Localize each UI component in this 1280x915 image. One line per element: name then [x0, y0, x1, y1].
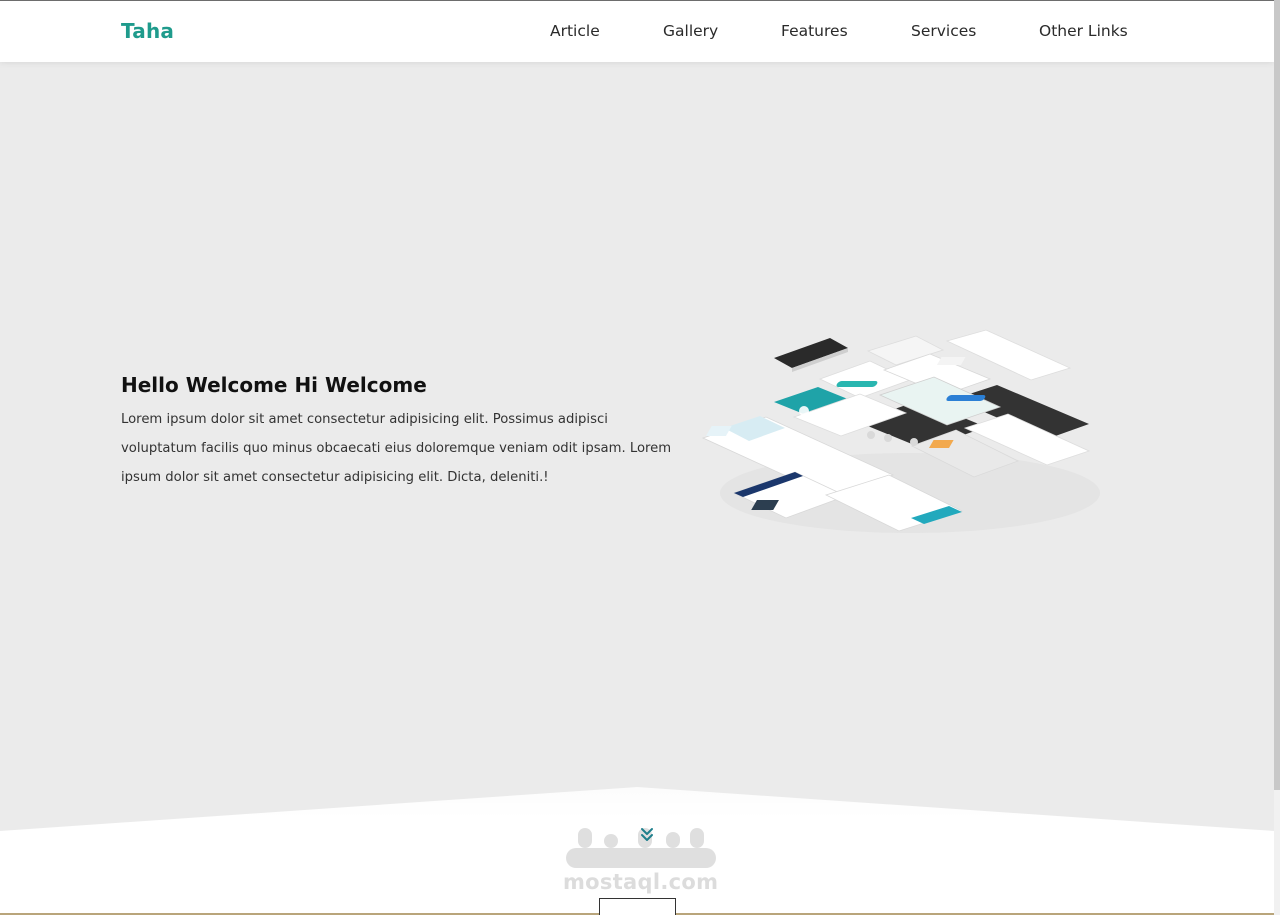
- nav-link-features[interactable]: Features: [781, 22, 848, 40]
- bottom-box: [599, 898, 676, 915]
- scroll-down-icon[interactable]: [640, 826, 654, 844]
- hero-title: Hello Welcome Hi Welcome: [121, 373, 427, 397]
- nav-link-gallery[interactable]: Gallery: [663, 22, 718, 40]
- main-nav: Article Gallery Features Services Other …: [0, 22, 1274, 46]
- nav-link-services[interactable]: Services: [911, 22, 976, 40]
- watermark-text: mostaql.com: [563, 870, 719, 894]
- hero-description: Lorem ipsum dolor sit amet consectetur a…: [121, 412, 672, 485]
- nav-link-other-links[interactable]: Other Links: [1039, 22, 1128, 40]
- page-scrollbar-thumb[interactable]: [1274, 0, 1280, 790]
- hero-illustration: [701, 329, 1100, 533]
- site-header: Taha Article Gallery Features Services O…: [0, 0, 1274, 62]
- page-scrollbar[interactable]: [1274, 0, 1280, 915]
- nav-link-article[interactable]: Article: [550, 22, 600, 40]
